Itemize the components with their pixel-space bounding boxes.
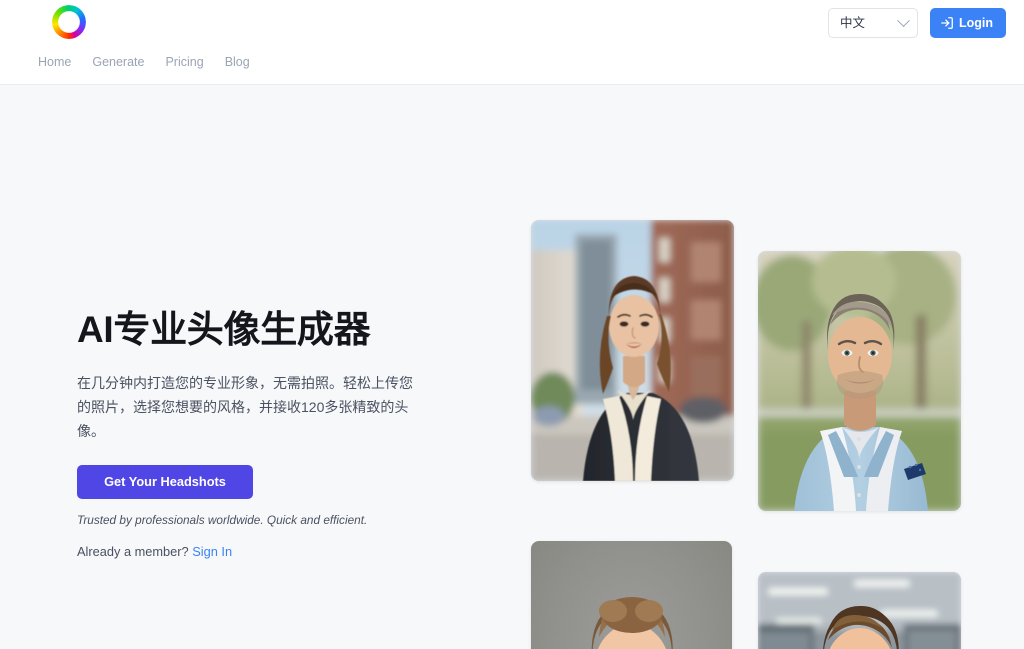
language-select-value: 中文 <box>839 15 865 30</box>
login-icon <box>940 16 954 30</box>
headshot-photo-3[interactable] <box>531 541 732 649</box>
hero-subtitle: 在几分钟内打造您的专业形象，无需拍照。轻松上传您的照片，选择您想要的风格，并接收… <box>77 374 413 439</box>
get-your-headshots-button[interactable]: Get Your Headshots <box>77 464 253 499</box>
nav-link-home[interactable]: Home <box>38 56 71 69</box>
member-prompt-text: Already a member? <box>77 543 189 559</box>
headshot-photo-1[interactable] <box>531 220 734 481</box>
headshot-photo-4[interactable] <box>758 572 961 649</box>
trust-text: Trusted by professionals worldwide. Quic… <box>77 512 368 527</box>
chevron-down-icon <box>897 13 910 27</box>
site-logo[interactable] <box>52 5 86 39</box>
rainbow-ring-logo-icon <box>52 5 86 39</box>
headshot-gallery <box>531 100 991 649</box>
language-select[interactable]: 中文 <box>827 8 918 38</box>
nav-link-pricing[interactable]: Pricing <box>165 56 203 69</box>
member-row: Already a member? Sign In <box>77 544 427 559</box>
hero-section: AI专业头像生成器 在几分钟内打造您的专业形象，无需拍照。轻松上传您的照片，选择… <box>0 85 1024 649</box>
login-button[interactable]: Login <box>929 8 1006 38</box>
sign-in-link[interactable]: Sign In <box>192 544 232 559</box>
login-button-label: Login <box>958 15 993 30</box>
nav-link-generate[interactable]: Generate <box>92 56 144 69</box>
page-title: AI专业头像生成器 <box>77 309 371 350</box>
headshot-photo-2[interactable] <box>758 251 961 511</box>
hero-copy: AI专业头像生成器 在几分钟内打造您的专业形象，无需拍照。轻松上传您的照片，选择… <box>77 309 427 559</box>
site-header: Home Generate Pricing Blog 中文 Login <box>0 0 1024 85</box>
header-actions: 中文 Login <box>827 8 1006 38</box>
main-navigation: Home Generate Pricing Blog <box>38 56 250 69</box>
nav-link-blog[interactable]: Blog <box>225 56 250 69</box>
